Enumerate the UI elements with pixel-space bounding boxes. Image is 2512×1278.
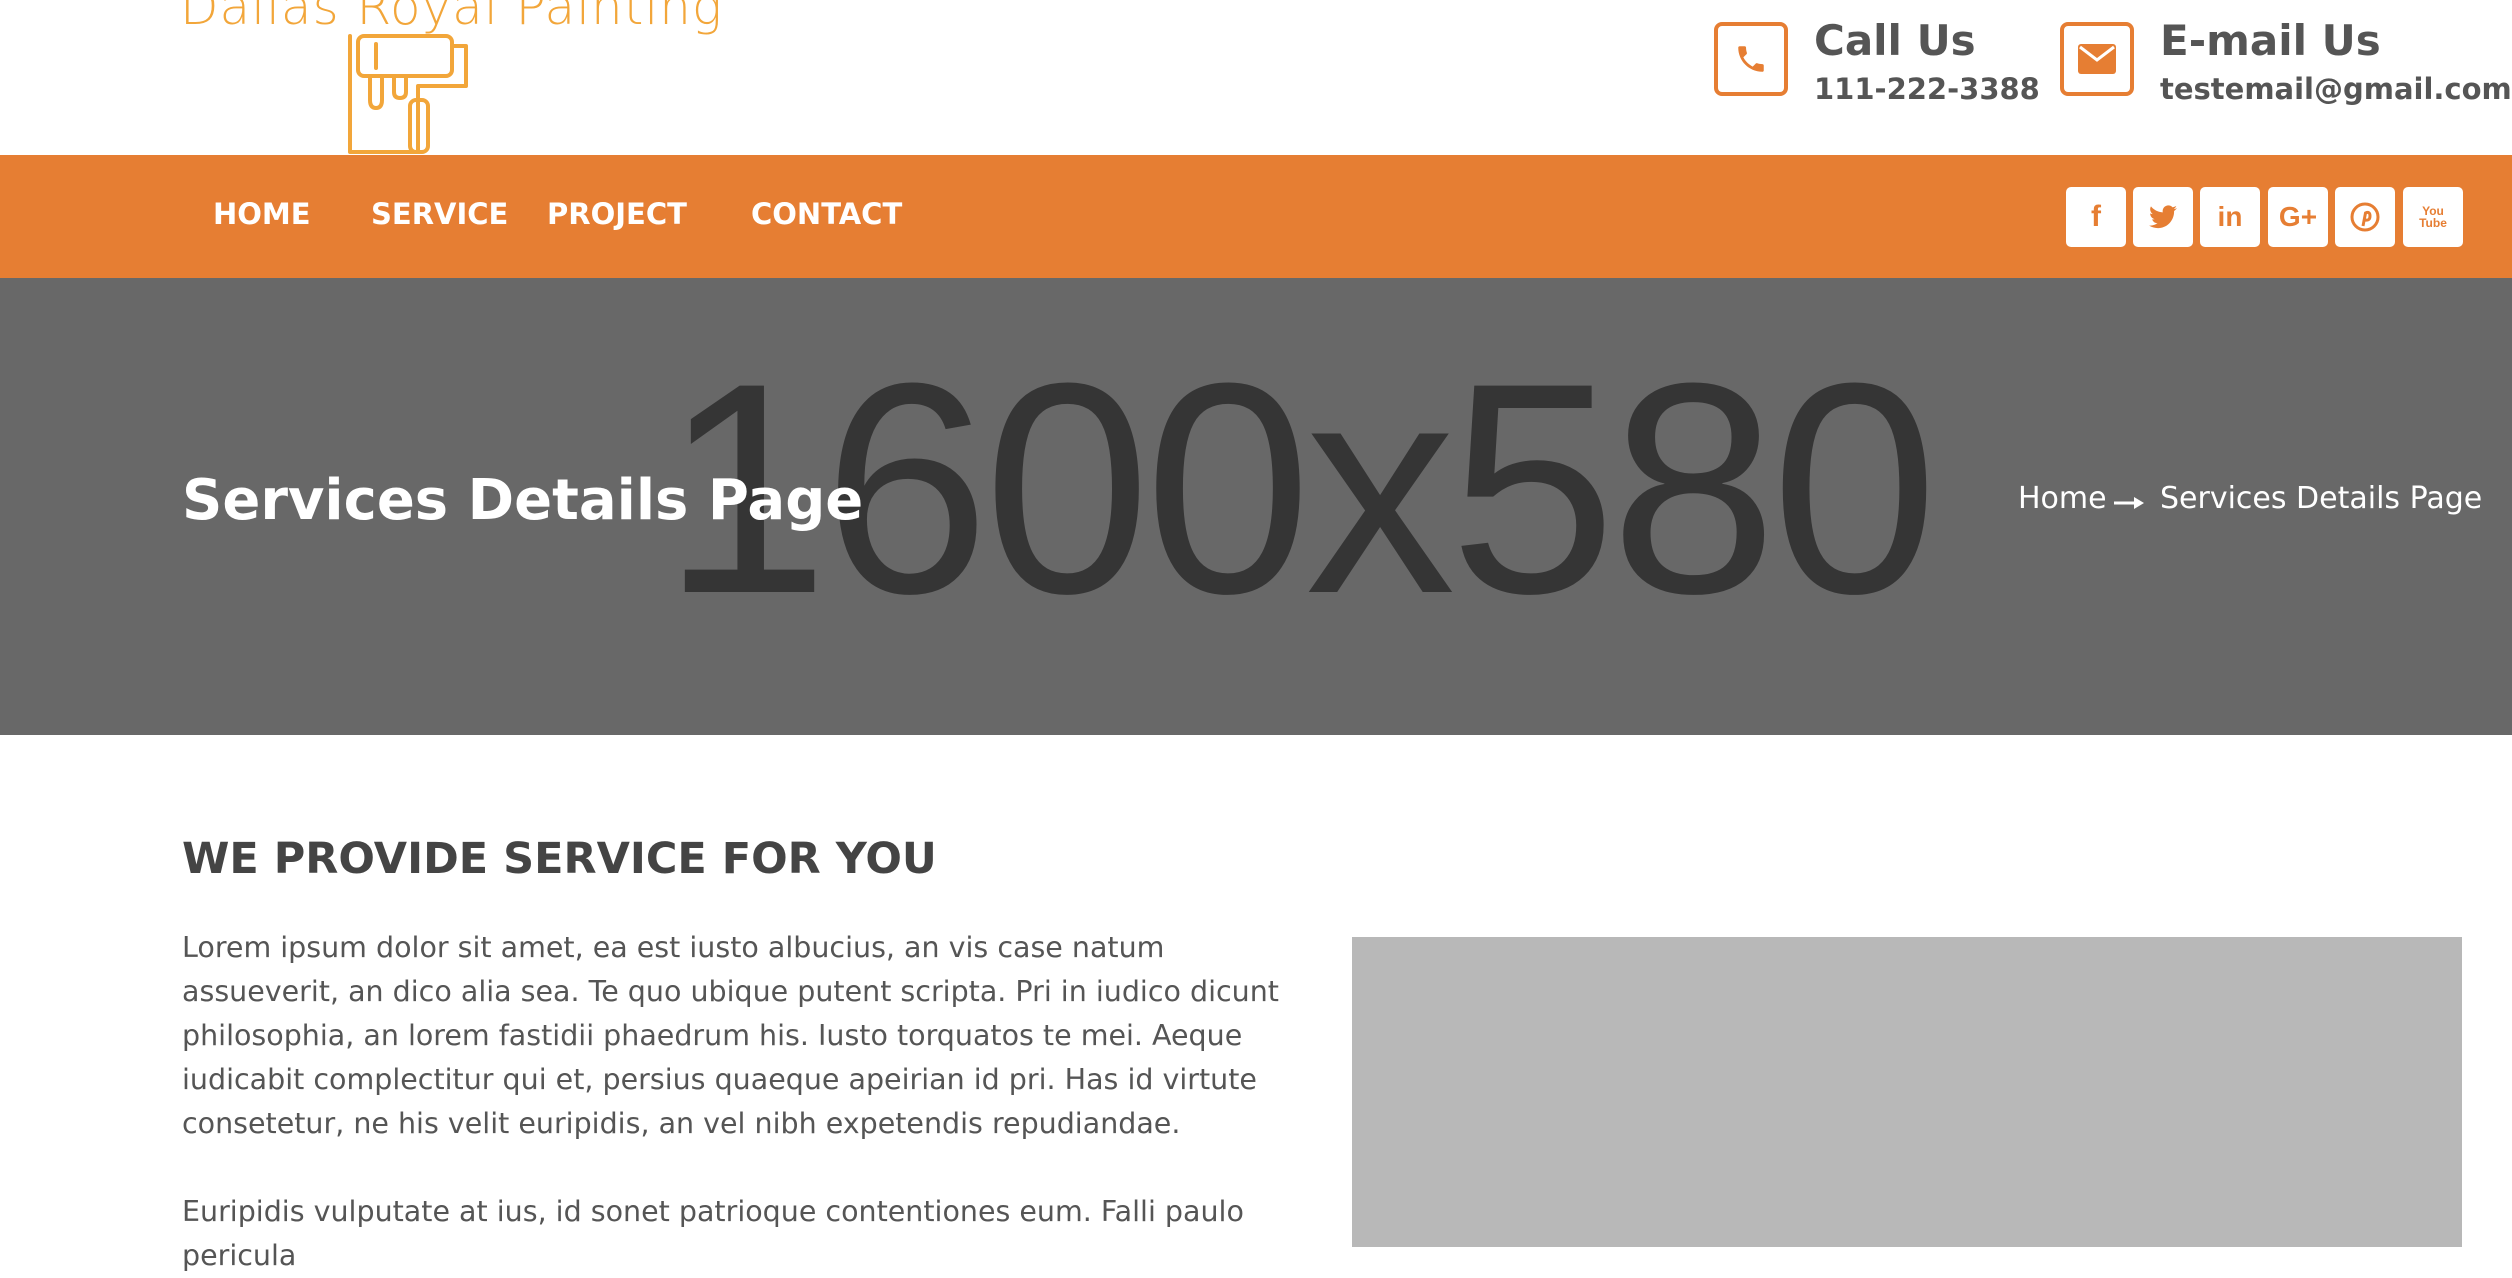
nav-item-service[interactable]: SERVICE: [371, 197, 508, 231]
main-nav-bar: HOME SERVICE PROJECT CONTACT f in G+ You…: [0, 155, 2512, 278]
page-banner: 1600x580 Services Details Page Home Serv…: [0, 278, 2512, 735]
content-paragraph-2: Euripidis vulputate at ius, id sonet pat…: [182, 1195, 1244, 1272]
page-title: Services Details Page: [182, 468, 864, 533]
linkedin-icon[interactable]: in: [2200, 187, 2260, 247]
facebook-icon[interactable]: f: [2066, 187, 2126, 247]
service-image-placeholder: [1352, 937, 2462, 1247]
google-plus-glyph: G+: [2278, 201, 2318, 232]
site-header: Dallas Royal Painting Call Us 111-222-33…: [0, 0, 2512, 155]
paint-roller-logo-icon[interactable]: [340, 30, 480, 156]
breadcrumb-home-link[interactable]: Home: [2018, 481, 2107, 516]
section-heading: WE PROVIDE SERVICE FOR YOU: [182, 834, 937, 884]
call-us-block: Call Us 111-222-3388: [1714, 16, 2040, 106]
nav-item-project[interactable]: PROJECT: [547, 197, 687, 231]
email-us-title: E-mail Us: [2160, 16, 2381, 65]
google-plus-icon[interactable]: G+: [2268, 187, 2328, 247]
email-address[interactable]: testemail@gmail.com: [2160, 72, 2512, 106]
nav-item-contact[interactable]: CONTACT: [751, 197, 902, 231]
linkedin-glyph: in: [2217, 201, 2243, 232]
breadcrumb-current: Services Details Page: [2160, 481, 2483, 516]
twitter-icon[interactable]: [2133, 187, 2193, 247]
phone-number[interactable]: 111-222-3388: [1814, 72, 2040, 106]
youtube-icon[interactable]: You Tube: [2403, 187, 2463, 247]
pinterest-icon[interactable]: [2335, 187, 2395, 247]
phone-icon[interactable]: [1714, 22, 1788, 96]
nav-item-home[interactable]: HOME: [213, 197, 311, 231]
call-us-title: Call Us: [1814, 16, 1976, 65]
email-us-block: E-mail Us testemail@gmail.com: [2060, 16, 2512, 106]
envelope-icon[interactable]: [2060, 22, 2134, 96]
facebook-glyph: f: [2091, 200, 2101, 233]
youtube-glyph: You Tube: [2419, 204, 2447, 230]
arrow-right-icon: [2114, 497, 2144, 509]
content-paragraph-1: Lorem ipsum dolor sit amet, ea est iusto…: [182, 931, 1279, 1140]
